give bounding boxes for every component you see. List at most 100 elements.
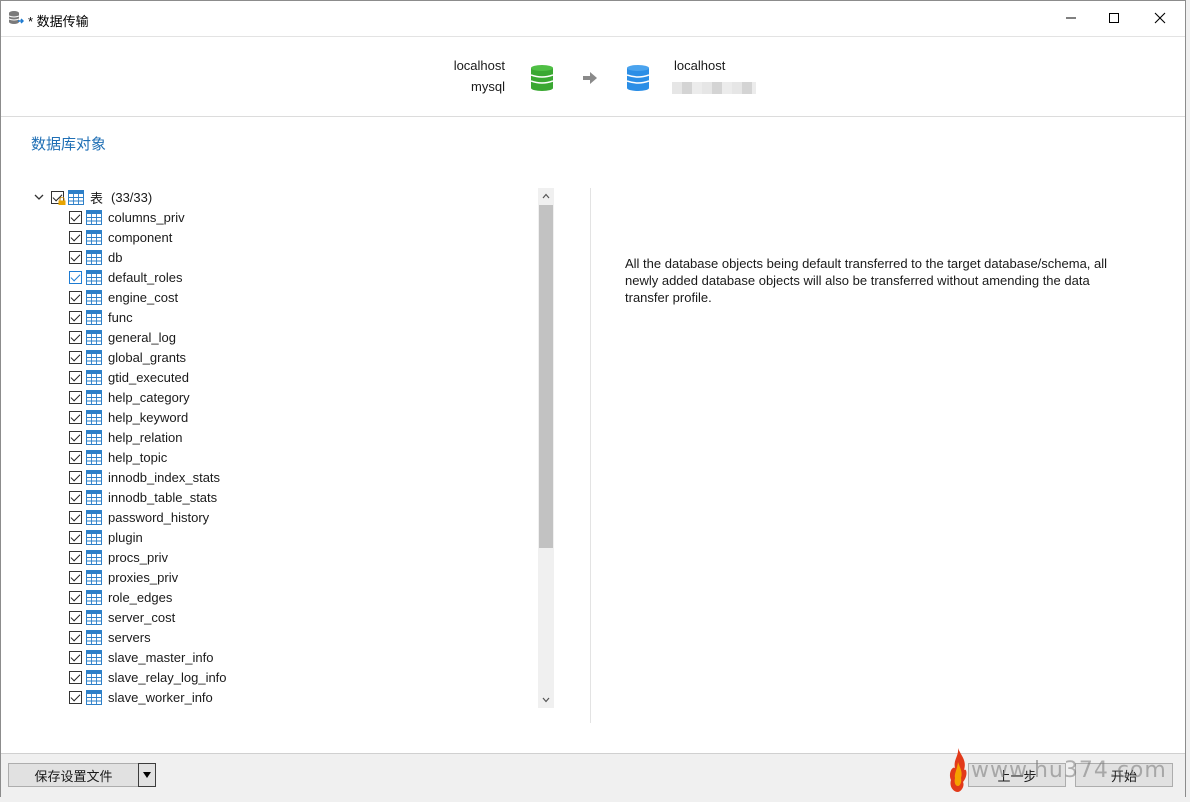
table-icon xyxy=(86,249,102,265)
tree-item[interactable]: help_category xyxy=(69,387,190,407)
collapse-chevron-icon[interactable] xyxy=(33,191,45,203)
item-checkbox[interactable] xyxy=(69,330,82,344)
item-checkbox[interactable] xyxy=(69,370,82,384)
item-checkbox[interactable] xyxy=(69,210,82,224)
minimize-button[interactable] xyxy=(1048,1,1094,35)
item-checkbox[interactable] xyxy=(69,490,82,504)
tree-item[interactable]: gtid_executed xyxy=(69,367,189,387)
item-checkbox[interactable] xyxy=(69,550,82,564)
tree-item[interactable]: columns_priv xyxy=(69,207,185,227)
tree-item[interactable]: slave_master_info xyxy=(69,647,214,667)
tree-item-label: help_topic xyxy=(108,449,168,465)
table-icon xyxy=(86,229,102,245)
tree-item-label: role_edges xyxy=(108,589,173,605)
item-checkbox[interactable] xyxy=(69,390,82,404)
item-checkbox[interactable] xyxy=(69,470,82,484)
table-icon xyxy=(86,689,102,705)
scroll-down-button[interactable] xyxy=(538,692,554,708)
tree-item[interactable]: slave_relay_log_info xyxy=(69,667,227,687)
title-bar: * 数据传输 xyxy=(1,1,1185,37)
item-checkbox[interactable] xyxy=(69,510,82,524)
table-icon xyxy=(86,669,102,685)
database-stack-icon xyxy=(8,11,24,24)
tree-item[interactable]: engine_cost xyxy=(69,287,178,307)
tree-item-label: db xyxy=(108,249,123,265)
item-checkbox[interactable] xyxy=(69,450,82,464)
maximize-button[interactable] xyxy=(1091,1,1137,35)
item-checkbox[interactable] xyxy=(69,430,82,444)
tree-item[interactable]: help_topic xyxy=(69,447,167,467)
close-button[interactable] xyxy=(1137,1,1183,35)
tree-item-label: server_cost xyxy=(108,609,176,625)
tree-scrollbar[interactable] xyxy=(538,188,554,708)
transfer-header: localhost mysql localhost xyxy=(1,37,1185,117)
tree-item[interactable]: plugin xyxy=(69,527,143,547)
save-settings-dropdown[interactable] xyxy=(138,763,156,787)
tree-item-label: component xyxy=(108,229,173,245)
tree-item-label: global_grants xyxy=(108,349,187,365)
tree-item[interactable]: servers xyxy=(69,627,151,647)
data-transfer-window: * 数据传输 localhost mysql localhost 数据库对象 表… xyxy=(0,0,1186,798)
tree-item[interactable]: innodb_table_stats xyxy=(69,487,217,507)
tree-item[interactable]: procs_priv xyxy=(69,547,168,567)
tree-item[interactable]: default_roles xyxy=(69,267,182,287)
tree-item[interactable]: general_log xyxy=(69,327,176,347)
item-checkbox[interactable] xyxy=(69,650,82,664)
database-blue-icon xyxy=(627,65,649,91)
tree-item[interactable]: server_cost xyxy=(69,607,175,627)
tree-item[interactable]: help_relation xyxy=(69,427,182,447)
start-button[interactable]: 开始 xyxy=(1075,763,1173,787)
table-icon xyxy=(86,429,102,445)
item-checkbox[interactable] xyxy=(69,250,82,264)
tree-item[interactable]: password_history xyxy=(69,507,209,527)
tree-item-label: general_log xyxy=(108,329,176,345)
table-icon xyxy=(86,649,102,665)
table-icon xyxy=(86,289,102,305)
table-icon xyxy=(86,609,102,625)
database-objects-tree: 表 (33/33) columns_priv component db default… xyxy=(29,187,555,709)
tree-item-label: help_keyword xyxy=(108,409,189,425)
tree-item-label: servers xyxy=(108,629,151,645)
tree-item-label: innodb_table_stats xyxy=(108,489,218,505)
previous-button[interactable]: 上一步 xyxy=(968,763,1066,787)
item-checkbox[interactable] xyxy=(69,270,82,284)
item-checkbox[interactable] xyxy=(69,610,82,624)
tree-item[interactable]: func xyxy=(69,307,133,327)
tree-item[interactable]: component xyxy=(69,227,172,247)
tree-item[interactable]: innodb_index_stats xyxy=(69,467,220,487)
item-checkbox[interactable] xyxy=(69,350,82,364)
item-checkbox[interactable] xyxy=(69,570,82,584)
item-checkbox[interactable] xyxy=(69,530,82,544)
item-checkbox[interactable] xyxy=(69,290,82,304)
tree-item-label: slave_worker_info xyxy=(108,689,213,705)
item-checkbox[interactable] xyxy=(69,310,82,324)
table-icon xyxy=(86,389,102,405)
tree-item-label: proxies_priv xyxy=(108,569,179,585)
tree-item[interactable]: proxies_priv xyxy=(69,567,178,587)
item-checkbox[interactable] xyxy=(69,230,82,244)
table-icon xyxy=(86,269,102,285)
tree-item[interactable]: db xyxy=(69,247,122,267)
table-icon xyxy=(86,529,102,545)
tree-item-label: func xyxy=(108,309,133,325)
table-icon xyxy=(86,309,102,325)
arrow-right-icon xyxy=(583,72,597,84)
tree-item[interactable]: global_grants xyxy=(69,347,186,367)
scroll-up-button[interactable] xyxy=(538,188,554,204)
window-title: * 数据传输 xyxy=(28,14,89,29)
item-checkbox[interactable] xyxy=(69,690,82,704)
item-checkbox[interactable] xyxy=(69,630,82,644)
scroll-thumb[interactable] xyxy=(539,205,553,548)
tree-root-tables[interactable]: 表 (33/33) xyxy=(33,187,152,207)
save-settings-button[interactable]: 保存设置文件 xyxy=(8,763,139,787)
tree-item[interactable]: slave_worker_info xyxy=(69,687,213,707)
tree-item[interactable]: help_keyword xyxy=(69,407,188,427)
table-icon xyxy=(86,349,102,365)
tree-item[interactable]: role_edges xyxy=(69,587,172,607)
item-checkbox[interactable] xyxy=(69,670,82,684)
tree-item-label: help_relation xyxy=(108,429,183,445)
dropdown-arrow-icon xyxy=(143,772,151,778)
item-checkbox[interactable] xyxy=(69,590,82,604)
target-database-redacted xyxy=(672,82,756,94)
item-checkbox[interactable] xyxy=(69,410,82,424)
